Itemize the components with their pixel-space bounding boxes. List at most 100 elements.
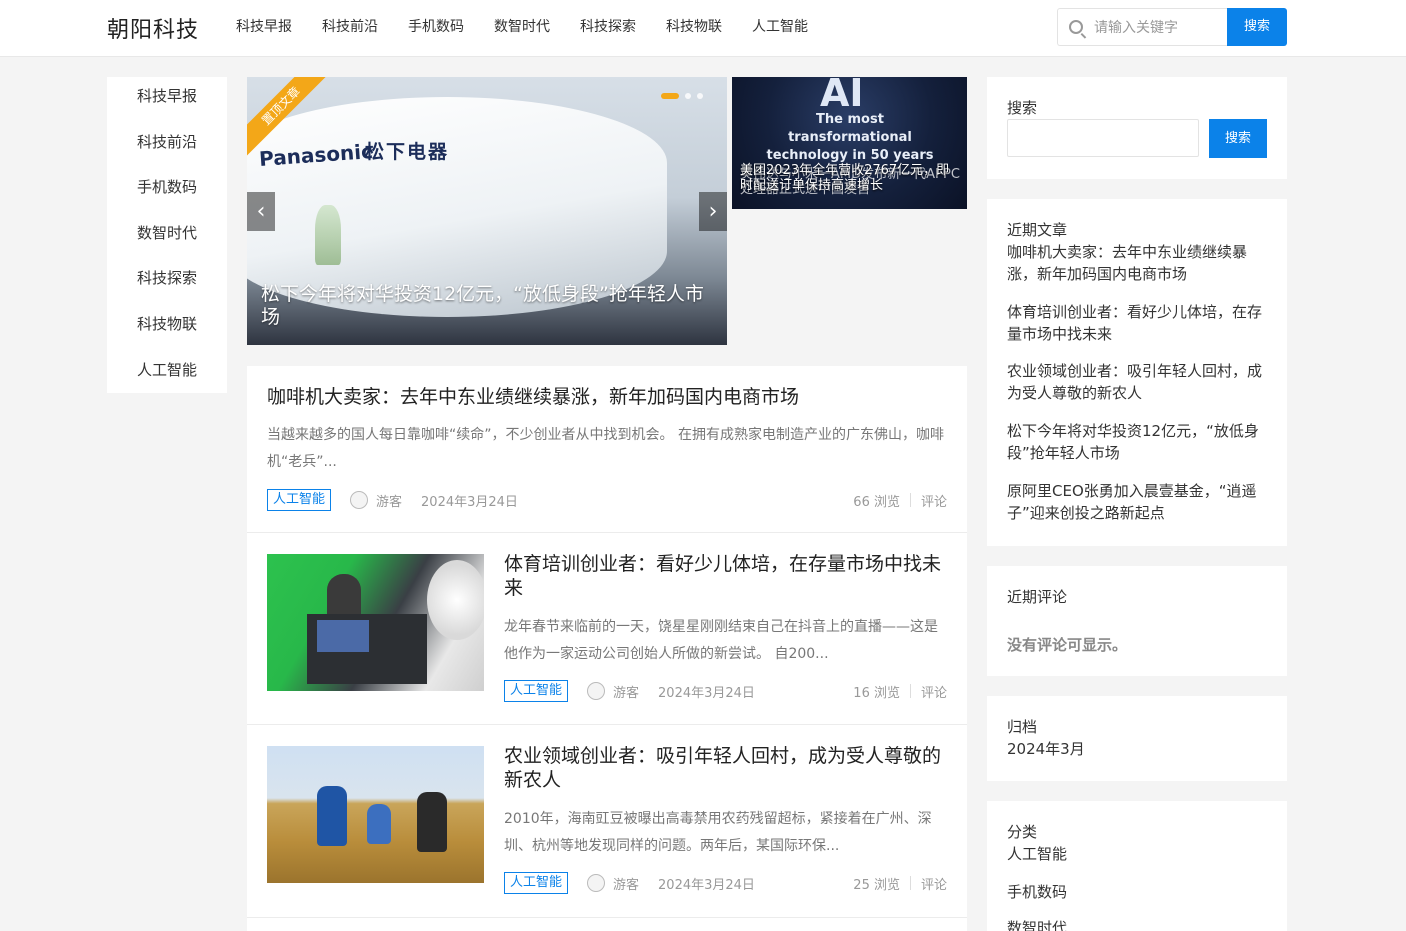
topnav-item-tech-iot[interactable]: 科技物联 [666, 0, 722, 56]
thumb-lamp [427, 560, 484, 640]
slider-dots [661, 93, 703, 99]
post-views: 66 浏览 [853, 494, 900, 510]
post-date: 2024年3月24日 [421, 494, 518, 510]
slide-flower-decoration [315, 205, 341, 265]
post-title[interactable]: 农业领域创业者：吸引年轻人回村，成为受人尊敬的新农人 [504, 744, 947, 792]
post-excerpt: 龙年春节来临前的一天，饶星星刚刚结束自己在抖音上的直播——这是他作为一家运动公司… [504, 619, 938, 662]
recent-post-link[interactable]: 松下今年将对华投资12亿元，“放低身段”抢年轻人市场 [1007, 420, 1269, 464]
stats-divider [909, 493, 911, 507]
header-search-button[interactable]: 搜索 [1227, 8, 1287, 46]
post-author[interactable]: 游客 [613, 874, 639, 893]
post-title[interactable]: 体育培训创业者：看好少儿体培，在存量市场中找未来 [504, 552, 947, 600]
top-nav: 科技早报 科技前沿 手机数码 数智时代 科技探索 科技物联 人工智能 [236, 0, 838, 56]
recent-post-link[interactable]: 原阿里CEO张勇加入晨壹基金，“逍遥子”迎来创投之路新起点 [1007, 480, 1269, 524]
thumb-screen [317, 620, 369, 652]
search-icon [1069, 20, 1083, 34]
post-excerpt: 2010年，海南豇豆被曝出高毒禁用农药残留超标，紧接着在广州、深圳、杭州等地发现… [504, 811, 932, 854]
side-feature-ai-text: AI [820, 77, 864, 115]
slider-dot-1[interactable] [661, 93, 679, 99]
leftmenu-item-tech-iot[interactable]: 科技物联 [107, 305, 227, 351]
topnav-item-ai[interactable]: 人工智能 [752, 0, 808, 56]
post-comments-link[interactable]: 评论 [921, 874, 947, 893]
post-category-tag[interactable]: 人工智能 [267, 489, 332, 511]
thumb-person [367, 804, 391, 844]
recent-post-link[interactable]: 农业领域创业者：吸引年轻人回村，成为受人尊敬的新农人 [1007, 360, 1269, 404]
side-feature-tagline: The most transformational technology in … [766, 112, 934, 163]
leftmenu-item-ai[interactable]: 人工智能 [107, 351, 227, 397]
author-avatar-icon [350, 491, 369, 509]
post-category-tag[interactable]: 人工智能 [504, 872, 569, 894]
post-comments-link[interactable]: 评论 [921, 682, 947, 701]
leftmenu-item-tech-morning[interactable]: 科技早报 [107, 77, 227, 123]
widget-categories-title: 分类 [1007, 823, 1038, 841]
widget-recent-posts-title: 近期文章 [1007, 221, 1068, 239]
site-header: 朝阳科技 科技早报 科技前沿 手机数码 数智时代 科技探索 科技物联 人工智能 … [0, 0, 1406, 57]
thumb-person [317, 786, 347, 846]
widget-categories: 分类 人工智能 手机数码 数智时代 [987, 801, 1287, 931]
post-stats: 25 浏览 评论 [853, 871, 947, 895]
widget-search-title: 搜索 [1007, 99, 1038, 117]
post-item: 农业领域创业者：吸引年轻人回村，成为受人尊敬的新农人 2010年，海南豇豆被曝出… [247, 725, 967, 918]
stats-divider [909, 876, 911, 890]
post-stats: 16 浏览 评论 [853, 679, 947, 703]
post-stats: 66 浏览 评论 [853, 488, 947, 512]
post-date: 2024年3月24日 [658, 877, 755, 893]
widget-search-button[interactable]: 搜索 [1209, 119, 1267, 158]
category-link[interactable]: 数智时代 [1007, 917, 1067, 931]
left-category-menu: 科技早报 科技前沿 手机数码 数智时代 科技探索 科技物联 人工智能 [107, 77, 227, 393]
widget-archives-title: 归档 [1007, 718, 1038, 736]
leftmenu-item-tech-frontier[interactable]: 科技前沿 [107, 123, 227, 169]
post-comments-link[interactable]: 评论 [921, 491, 947, 510]
topnav-item-tech-explore[interactable]: 科技探索 [580, 0, 636, 56]
topnav-item-mobile-digital[interactable]: 手机数码 [408, 0, 464, 56]
post-category-tag[interactable]: 人工智能 [504, 680, 569, 702]
stats-divider [909, 684, 911, 698]
post-item: 体育培训创业者：看好少儿体培，在存量市场中找未来 龙年春节来临前的一天，饶星星刚… [247, 533, 967, 725]
header-search-input[interactable] [1094, 18, 1224, 38]
widget-archives: 归档 2024年3月 [987, 696, 1287, 781]
featured-slider[interactable]: Panasonic 松下电器 置顶文章 ‹ › 松下今年将对华投资12亿元，“放… [247, 77, 727, 345]
post-title[interactable]: 咖啡机大卖家：去年中东业绩继续暴涨，新年加码国内电商市场 [267, 385, 947, 409]
side-feature-caption[interactable]: 美团2023年全年营收2767亿元，即时配送订单保持高速增长 [740, 163, 960, 193]
category-link[interactable]: 手机数码 [1007, 881, 1067, 902]
topnav-item-tech-frontier[interactable]: 科技前沿 [322, 0, 378, 56]
widget-recent-posts: 近期文章 咖啡机大卖家：去年中东业绩继续暴涨，新年加码国内电商市场 体育培训创业… [987, 199, 1287, 546]
archive-link[interactable]: 2024年3月 [1007, 738, 1085, 759]
slider-next-arrow-icon[interactable]: › [699, 192, 727, 231]
header-search: 搜索 [1057, 8, 1287, 46]
post-meta: 人工智能 游客 2024年3月24日 [267, 488, 518, 512]
slide-title[interactable]: 松下今年将对华投资12亿元，“放低身段”抢年轻人市场 [261, 283, 711, 329]
topnav-item-digital-era[interactable]: 数智时代 [494, 0, 550, 56]
post-thumbnail[interactable] [267, 554, 484, 691]
category-link[interactable]: 人工智能 [1007, 843, 1067, 864]
post-thumbnail[interactable] [267, 746, 484, 883]
post-author[interactable]: 游客 [613, 682, 639, 701]
leftmenu-item-digital-era[interactable]: 数智时代 [107, 214, 227, 260]
author-avatar-icon [587, 682, 606, 700]
widget-recent-comments-title: 近期评论 [1007, 588, 1068, 606]
slider-dot-3[interactable] [697, 93, 703, 99]
recent-post-link[interactable]: 体育培训创业者：看好少儿体培，在存量市场中找未来 [1007, 301, 1269, 345]
thumb-person [417, 792, 447, 852]
widget-recent-comments: 近期评论 没有评论可显示。 [987, 566, 1287, 676]
post-list: 咖啡机大卖家：去年中东业绩继续暴涨，新年加码国内电商市场 当越来越多的国人每日靠… [247, 366, 967, 931]
post-date: 2024年3月24日 [658, 685, 755, 701]
post-views: 16 浏览 [853, 685, 900, 701]
leftmenu-item-mobile-digital[interactable]: 手机数码 [107, 168, 227, 214]
post-author[interactable]: 游客 [376, 491, 402, 510]
leftmenu-item-tech-explore[interactable]: 科技探索 [107, 259, 227, 305]
slider-prev-arrow-icon[interactable]: ‹ [247, 192, 275, 231]
author-avatar-icon [587, 874, 606, 892]
topnav-item-tech-morning[interactable]: 科技早报 [236, 0, 292, 56]
widget-search-input[interactable] [1007, 119, 1199, 157]
slider-dot-2[interactable] [685, 93, 691, 99]
recent-post-link[interactable]: 咖啡机大卖家：去年中东业绩继续暴涨，新年加码国内电商市场 [1007, 241, 1269, 285]
no-comments-text: 没有评论可显示。 [1007, 636, 1128, 654]
header-search-box [1057, 8, 1227, 46]
slide-brand-cn: 松下电器 [365, 141, 450, 163]
post-views: 25 浏览 [853, 877, 900, 893]
site-logo[interactable]: 朝阳科技 [107, 12, 199, 44]
widget-search: 搜索 搜索 [987, 77, 1287, 179]
post-meta: 人工智能 游客 2024年3月24日 [504, 679, 755, 703]
side-feature-image[interactable]: AI The most transformational technology … [732, 77, 967, 209]
